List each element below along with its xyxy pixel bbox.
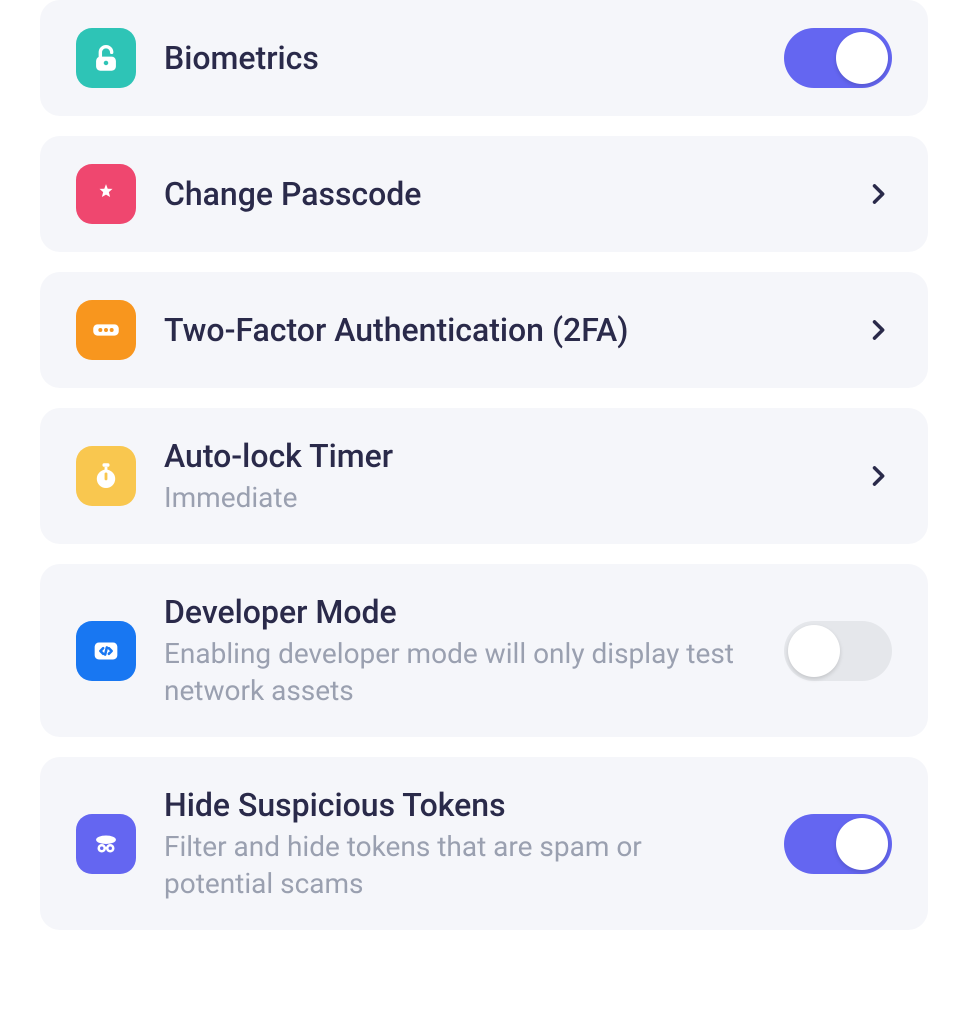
chevron-right-icon xyxy=(864,180,892,208)
row-text: Hide Suspicious Tokens Filter and hide t… xyxy=(164,785,756,902)
row-text: Two-Factor Authentication (2FA) xyxy=(164,310,836,350)
row-subtitle: Filter and hide tokens that are spam or … xyxy=(164,829,756,902)
code-icon xyxy=(76,621,136,681)
chevron-right-icon xyxy=(864,316,892,344)
passcode-icon xyxy=(76,164,136,224)
biometrics-toggle[interactable] xyxy=(784,28,892,88)
row-title: Two-Factor Authentication (2FA) xyxy=(164,310,836,350)
row-title: Biometrics xyxy=(164,38,756,78)
incognito-icon xyxy=(76,814,136,874)
row-subtitle: Immediate xyxy=(164,480,836,516)
row-biometrics[interactable]: Biometrics xyxy=(40,0,928,116)
row-title: Hide Suspicious Tokens xyxy=(164,785,756,825)
row-text: Biometrics xyxy=(164,38,756,78)
row-auto-lock[interactable]: Auto-lock Timer Immediate xyxy=(40,408,928,544)
row-text: Auto-lock Timer Immediate xyxy=(164,436,836,516)
row-title: Auto-lock Timer xyxy=(164,436,836,476)
row-two-factor[interactable]: Two-Factor Authentication (2FA) xyxy=(40,272,928,388)
row-title: Change Passcode xyxy=(164,174,836,214)
row-title: Developer Mode xyxy=(164,592,756,632)
hide-suspicious-toggle[interactable] xyxy=(784,814,892,874)
row-text: Change Passcode xyxy=(164,174,836,214)
row-text: Developer Mode Enabling developer mode w… xyxy=(164,592,756,709)
settings-list: Biometrics Change Passcode xyxy=(40,0,928,930)
row-hide-suspicious[interactable]: Hide Suspicious Tokens Filter and hide t… xyxy=(40,757,928,930)
row-subtitle: Enabling developer mode will only displa… xyxy=(164,636,756,709)
developer-mode-toggle[interactable] xyxy=(784,621,892,681)
row-developer-mode[interactable]: Developer Mode Enabling developer mode w… xyxy=(40,564,928,737)
timer-icon xyxy=(76,446,136,506)
two-factor-icon xyxy=(76,300,136,360)
unlock-icon xyxy=(76,28,136,88)
row-change-passcode[interactable]: Change Passcode xyxy=(40,136,928,252)
chevron-right-icon xyxy=(864,462,892,490)
